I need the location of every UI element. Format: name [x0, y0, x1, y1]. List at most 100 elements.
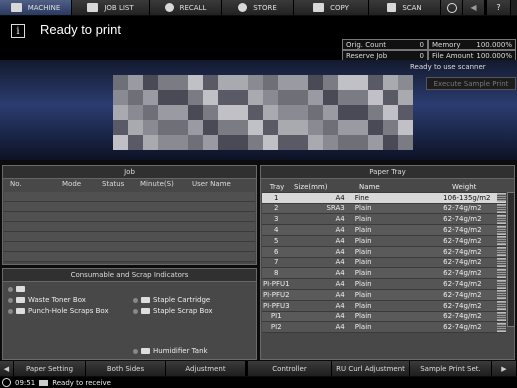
tray-size: A4	[335, 290, 345, 299]
reserve-job-label: Reserve Job	[346, 51, 388, 60]
info-icon: i	[11, 24, 25, 38]
scroll-right-button[interactable]: ▶	[492, 361, 517, 376]
illustration-tile	[398, 135, 413, 150]
tray-row[interactable]: PI2 A4 Plain 62-74g/m2	[262, 322, 507, 334]
job-row[interactable]	[4, 202, 255, 212]
tray-row[interactable]: PI-PFU2 A4 Plain 62-74g/m2	[262, 289, 507, 301]
tray-scrollbar[interactable]	[507, 192, 515, 327]
tray-weight: 62-74g/m2	[443, 204, 482, 213]
illustration-tile	[203, 120, 218, 135]
status-dot-icon	[8, 286, 13, 292]
clock-icon	[2, 378, 11, 387]
job-row[interactable]	[4, 252, 255, 262]
col-tray: Tray	[269, 182, 285, 191]
status-dot-icon	[133, 308, 138, 314]
tab-label: COPY	[330, 3, 349, 12]
tab-label: MACHINE	[27, 3, 61, 12]
job-list	[4, 192, 255, 262]
job-row[interactable]	[4, 232, 255, 242]
punch-scraps-icon	[16, 308, 25, 314]
illustration-tile	[218, 135, 233, 150]
tray-row[interactable]: PI-PFU3 A4 Plain 62-74g/m2	[262, 300, 507, 312]
execute-sample-print-button[interactable]: Execute Sample Print	[426, 77, 516, 90]
paper-level-icon	[496, 236, 507, 246]
tray-row[interactable]: 2 SRA3 Plain 62-74g/m2	[262, 203, 507, 215]
job-row[interactable]	[4, 222, 255, 232]
speaker-icon: ◀	[470, 3, 477, 12]
tray-row[interactable]: 3 A4 Plain 62-74g/m2	[262, 214, 507, 226]
status-time: 09:51	[15, 378, 36, 387]
col-status: Status	[102, 180, 125, 188]
tray-number: PI1	[270, 312, 282, 321]
job-row[interactable]	[4, 212, 255, 222]
tray-paper-name: Plain	[354, 323, 372, 332]
illustration-tile	[368, 75, 383, 90]
tray-row[interactable]: PI1 A4 Plain 62-74g/m2	[262, 311, 507, 323]
status-dot-icon	[8, 297, 13, 303]
tray-paper-name: Plain	[354, 290, 372, 299]
illustration-tile	[263, 90, 278, 105]
tab-scan[interactable]: SCAN	[369, 0, 441, 15]
machine-status-message: Ready to print	[40, 22, 121, 37]
toner-indicator	[8, 286, 25, 292]
illustration-tile	[218, 120, 233, 135]
illustration-tile	[233, 135, 248, 150]
tray-weight: 62-74g/m2	[443, 247, 482, 256]
tray-size: A4	[335, 226, 345, 235]
illustration-tile	[173, 75, 188, 90]
illustration-tile	[158, 120, 173, 135]
tray-size: A4	[335, 269, 345, 278]
paper-tray-title: Paper Tray	[261, 166, 514, 179]
job-row[interactable]	[4, 242, 255, 252]
sound-button[interactable]: ◀	[463, 0, 485, 15]
adjustment-button[interactable]: Adjustment	[166, 361, 246, 376]
tray-row[interactable]: 8 A4 Plain 62-74g/m2	[262, 268, 507, 280]
tab-store[interactable]: STORE	[222, 0, 294, 15]
reserve-job-value: 0	[419, 51, 424, 60]
help-button[interactable]: ?	[487, 0, 511, 15]
tray-row[interactable]: 5 A4 Plain 62-74g/m2	[262, 235, 507, 247]
illustration-tile	[143, 105, 158, 120]
illustration-tile	[338, 135, 353, 150]
illustration-tile	[353, 90, 368, 105]
file-amount-label: File Amount	[432, 51, 474, 60]
controller-button[interactable]: Controller	[248, 361, 332, 376]
staple-scrap-label: Staple Scrap Box	[153, 307, 213, 315]
tab-machine[interactable]: MACHINE	[0, 0, 72, 15]
file-amount-value: 100.000%	[476, 51, 512, 60]
tab-job-list[interactable]: JOB LIST	[72, 0, 150, 15]
tab-copy[interactable]: COPY	[294, 0, 369, 15]
scroll-left-button[interactable]: ◀	[0, 361, 14, 376]
illustration-tile	[353, 120, 368, 135]
staple-scrap-icon	[141, 308, 150, 314]
illustration-tile	[263, 120, 278, 135]
tab-recall[interactable]: RECALL	[150, 0, 222, 15]
illustration-tile	[173, 90, 188, 105]
tray-number: 1	[274, 193, 279, 202]
illustration-tile	[293, 90, 308, 105]
illustration-tile	[188, 120, 203, 135]
language-button[interactable]	[441, 0, 463, 15]
tray-row[interactable]: 7 A4 Plain 62-74g/m2	[262, 257, 507, 269]
sample-print-set-button[interactable]: Sample Print Set.	[410, 361, 492, 376]
both-sides-button[interactable]: Both Sides	[86, 361, 166, 376]
job-row[interactable]	[4, 192, 255, 202]
staple-icon	[141, 297, 150, 303]
illustration-tile	[128, 105, 143, 120]
tray-row[interactable]: 4 A4 Plain 62-74g/m2	[262, 225, 507, 236]
illustration-tile	[308, 135, 323, 150]
tray-size: A4	[335, 215, 345, 224]
col-user-name: User Name	[192, 180, 231, 188]
paper-setting-button[interactable]: Paper Setting	[14, 361, 86, 376]
ru-curl-adjustment-button[interactable]: RU Curl Adjustment	[332, 361, 410, 376]
illustration-tile	[368, 135, 383, 150]
tray-row[interactable]: PI-PFU1 A4 Plain 62-74g/m2	[262, 279, 507, 290]
illustration-tile	[158, 90, 173, 105]
waste-toner-icon	[16, 297, 25, 303]
illustration-tile	[278, 135, 293, 150]
tray-size: A4	[335, 323, 345, 332]
tray-paper-name: Fine	[354, 193, 369, 202]
tray-row[interactable]: 6 A4 Plain 62-74g/m2	[262, 246, 507, 258]
illustration-tile	[383, 120, 398, 135]
tray-row[interactable]: 1 A4 Fine 106-135g/m2	[262, 192, 507, 204]
